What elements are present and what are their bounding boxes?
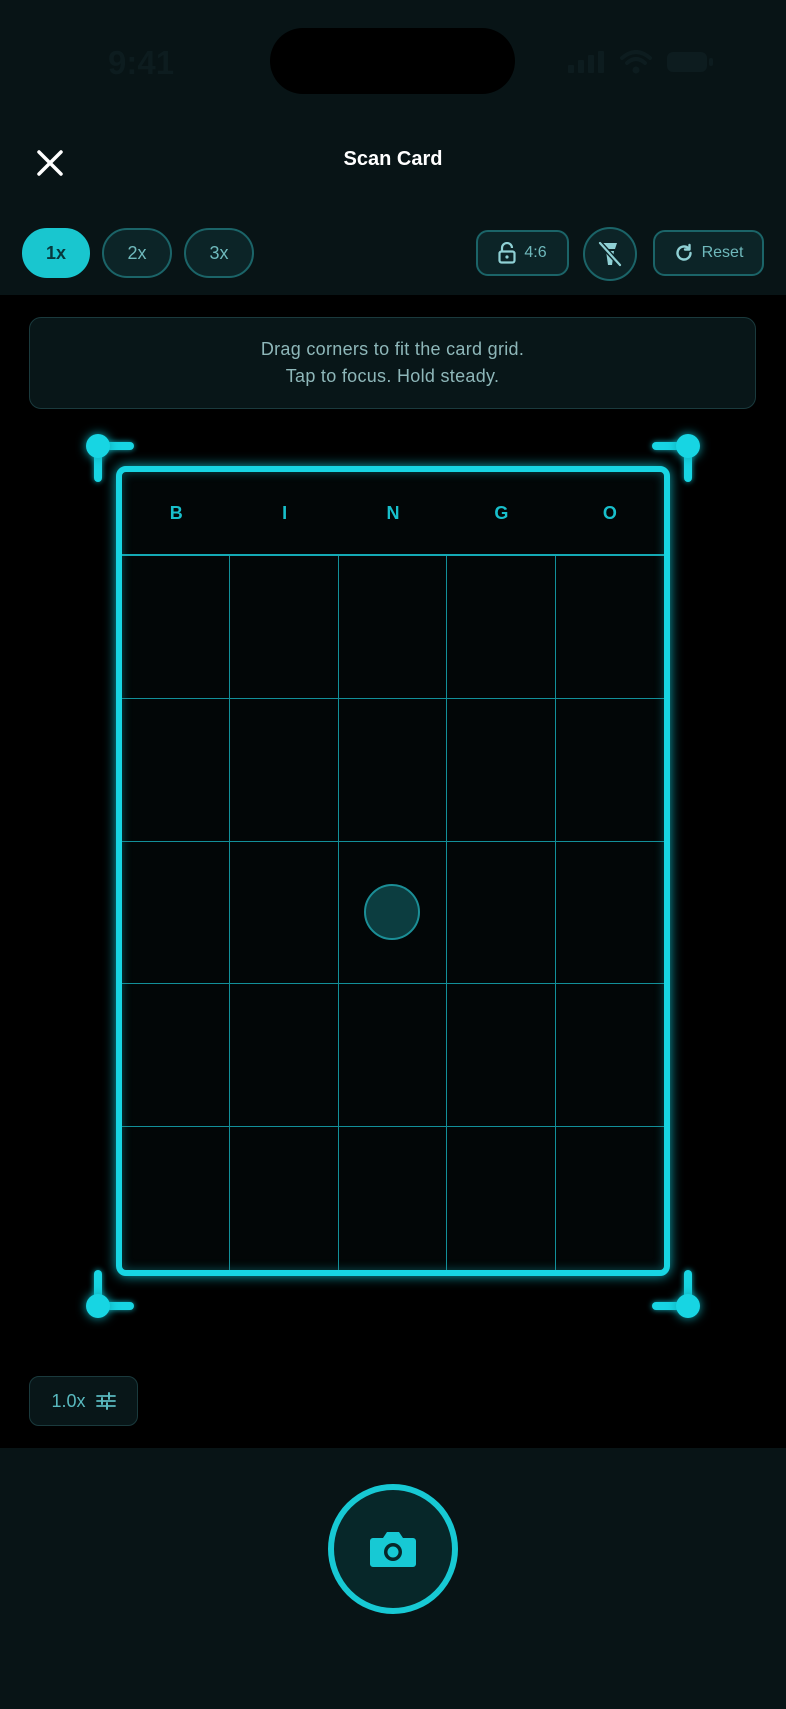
sliders-icon xyxy=(95,1392,116,1410)
focus-point-indicator[interactable] xyxy=(364,884,421,941)
zoom-2x-button[interactable]: 2x xyxy=(102,228,172,278)
header-letter: B xyxy=(169,502,183,523)
grid-cell xyxy=(555,984,664,1128)
header: Scan Card xyxy=(0,110,786,210)
grid-cell xyxy=(338,556,448,699)
bingo-header-row: B I N G O xyxy=(122,472,664,556)
hint-line-1: Drag corners to fit the card grid. xyxy=(260,339,525,359)
status-bar: 9:41 xyxy=(0,0,786,110)
corner-handle-bottom-left[interactable] xyxy=(80,1268,136,1324)
zoom-chip-label: 1.0x xyxy=(51,1390,86,1411)
grid-cell xyxy=(338,841,448,985)
header-letter: N xyxy=(386,502,400,523)
bingo-card-frame[interactable]: B I N G O xyxy=(116,466,670,1276)
signal-icon xyxy=(568,51,604,73)
hint-line-2: Tap to focus. Hold steady. xyxy=(285,366,500,386)
grid-cell xyxy=(122,1127,231,1270)
header-letter: G xyxy=(494,502,509,523)
corner-handle-bottom-right[interactable] xyxy=(650,1268,706,1324)
zoom-1x-button[interactable]: 1x xyxy=(22,228,90,278)
dynamic-island xyxy=(270,28,515,94)
capture-button[interactable] xyxy=(328,1484,458,1614)
grid-cell xyxy=(447,1127,556,1270)
grid-cell xyxy=(122,841,231,985)
grid-cell xyxy=(230,1127,339,1270)
header-letter: O xyxy=(602,502,617,523)
corner-handle-top-left[interactable] xyxy=(80,428,136,484)
grid-cell xyxy=(230,841,339,985)
zoom-3x-button[interactable]: 3x xyxy=(184,228,254,278)
grid-cell xyxy=(447,984,556,1128)
grid-cell xyxy=(338,698,448,842)
aspect-lock-button[interactable]: 4:6 xyxy=(476,230,569,276)
zoom-adjust-button[interactable]: 1.0x xyxy=(29,1376,138,1426)
flash-off-icon xyxy=(597,240,623,268)
toolbar: 1x 2x 3x 4:6 Reset xyxy=(0,210,786,295)
status-time: 9:41 xyxy=(108,44,175,81)
grid-cell xyxy=(447,556,556,699)
bingo-grid xyxy=(122,556,664,1270)
reset-label: Reset xyxy=(701,244,744,261)
grid-cell xyxy=(230,556,339,699)
page-title: Scan Card xyxy=(343,148,443,170)
header-letter: I xyxy=(282,502,288,523)
wifi-icon xyxy=(620,50,652,74)
aspect-label: 4:6 xyxy=(524,244,547,261)
instruction-banner: Drag corners to fit the card grid. Tap t… xyxy=(29,317,756,409)
grid-cell xyxy=(447,841,556,985)
reset-button[interactable]: Reset xyxy=(653,230,764,276)
grid-cell xyxy=(122,556,231,699)
grid-cell xyxy=(122,698,231,842)
camera-icon xyxy=(370,1532,416,1567)
grid-cell xyxy=(555,699,664,842)
flash-toggle-button[interactable] xyxy=(583,227,637,281)
grid-cell xyxy=(230,984,339,1128)
lock-icon xyxy=(498,242,516,264)
grid-cell xyxy=(555,556,664,699)
grid-cell xyxy=(555,842,664,985)
reset-icon xyxy=(675,243,692,261)
grid-cell xyxy=(338,984,448,1128)
bottom-bar xyxy=(0,1448,786,1709)
grid-cell xyxy=(339,1127,448,1270)
grid-cell xyxy=(230,698,339,842)
grid-cell xyxy=(556,1127,664,1270)
status-icons xyxy=(568,50,714,74)
corner-handle-top-right[interactable] xyxy=(650,428,706,484)
battery-icon xyxy=(667,52,713,72)
grid-cell xyxy=(447,698,556,842)
grid-cell xyxy=(122,984,231,1128)
